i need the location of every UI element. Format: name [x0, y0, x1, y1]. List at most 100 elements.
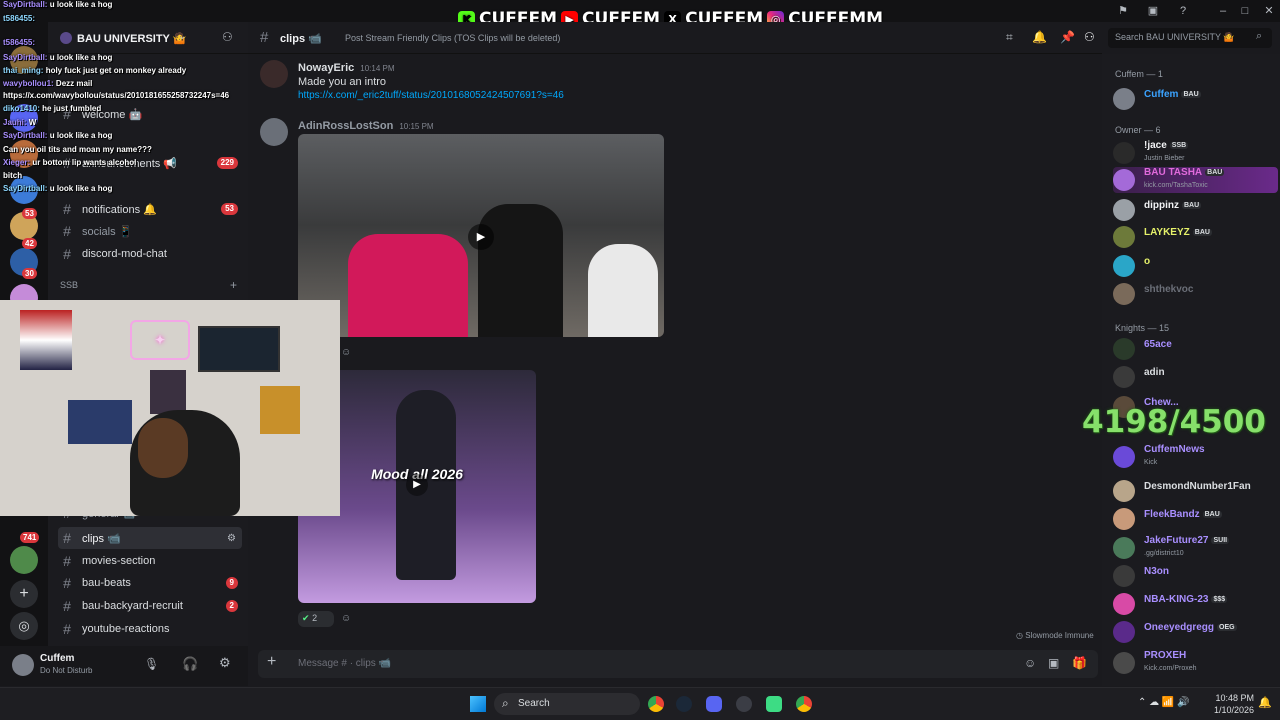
message-composer[interactable]: + Message # · clips 📹 ☺ ▣ 🎁	[258, 650, 1098, 678]
app-icon[interactable]	[736, 696, 752, 712]
member-item[interactable]: shthekvoc	[1113, 281, 1278, 307]
search-input[interactable]: Search BAU UNIVERSITY 🤷 ⌕	[1108, 28, 1272, 48]
app-icon[interactable]	[766, 696, 782, 712]
add-friend-icon[interactable]: ⚇	[222, 30, 233, 44]
channel-discord-mod-chat[interactable]: # discord-mod-chat	[58, 243, 242, 265]
checkmark-icon: ✔	[302, 613, 310, 623]
channel-movies-section[interactable]: # movies-section	[58, 550, 242, 572]
inbox-icon[interactable]: ⚑	[1116, 4, 1130, 18]
threads-icon[interactable]: ⌗	[1006, 30, 1013, 45]
member-item[interactable]: NBA-KING-23 $$$	[1113, 591, 1278, 617]
avatar	[1113, 366, 1135, 388]
message-text: Made you an intro	[298, 76, 387, 88]
discord-icon[interactable]	[706, 696, 722, 712]
hash-icon: #	[63, 201, 71, 217]
member-item[interactable]: DesmondNumber1Fan	[1113, 478, 1278, 504]
microphone-icon[interactable]: 🎙	[144, 657, 159, 671]
member-name: PROXEH	[1144, 650, 1187, 661]
settings-icon[interactable]: ⚙	[219, 655, 231, 671]
member-item[interactable]: N3on	[1113, 563, 1278, 589]
avatar[interactable]	[260, 60, 288, 88]
channel-bau-beats[interactable]: # bau-beats 9	[58, 572, 242, 594]
overlay-chat-line: Xieger: ur bottom lip wants alcohol	[3, 158, 136, 167]
channel-bau-backyard-recruit[interactable]: # bau-backyard-recruit 2	[58, 595, 242, 617]
server-badge: 42	[22, 238, 37, 249]
avatar	[1113, 88, 1135, 110]
member-item[interactable]: adin	[1113, 364, 1278, 390]
message-link[interactable]: https://x.com/_eric2tuff/status/20101680…	[298, 90, 564, 101]
server-name[interactable]: BAU UNIVERSITY 🤷	[77, 32, 186, 45]
channel-socials[interactable]: # socials 📱	[58, 220, 242, 242]
member-item[interactable]: BAU TASHA BAU kick.com/TashaToxic	[1113, 167, 1278, 193]
clock-date[interactable]: 1/10/2026	[1210, 705, 1254, 715]
member-name: Oneeyedgregg OEG	[1144, 622, 1237, 633]
member-item[interactable]: 65ace	[1113, 336, 1278, 362]
play-icon[interactable]: ▶	[406, 474, 428, 496]
server-avatar-icon	[60, 32, 72, 44]
member-name: Cuffem BAU	[1144, 89, 1201, 100]
channel-clips[interactable]: # clips 📹 ⚙	[58, 527, 242, 549]
overlay-chat-line: bitch	[3, 171, 22, 180]
member-item[interactable]: dippinz BAU	[1113, 197, 1278, 223]
sticker-icon[interactable]: ▣	[1048, 656, 1059, 670]
clock-time[interactable]: 10:48 PM	[1214, 693, 1254, 703]
taskbar-search[interactable]: ⌕ Search	[494, 693, 640, 715]
headphones-icon[interactable]: 🎧	[182, 656, 198, 672]
avatar	[1113, 537, 1135, 559]
member-item[interactable]: Oneeyedgregg OEG	[1113, 619, 1278, 645]
maximize-icon[interactable]: □	[1238, 4, 1252, 18]
member-item[interactable]: PROXEH Kick.com/Proxeh	[1113, 650, 1278, 676]
close-icon[interactable]: ✕	[1262, 4, 1276, 18]
gift-icon[interactable]: 🎁	[1072, 656, 1087, 670]
screen-icon[interactable]: ▣	[1146, 4, 1160, 18]
avatar[interactable]	[260, 118, 288, 146]
member-list-icon[interactable]: ⚇	[1084, 30, 1095, 44]
overlay-chat-line: diko1410: he just fumbled	[3, 104, 101, 113]
monitor	[198, 326, 280, 372]
member-tag: BAU	[1181, 91, 1201, 98]
pin-icon[interactable]: 📌	[1060, 30, 1075, 44]
message-author[interactable]: NowayEric 10:14 PM	[298, 62, 395, 74]
member-item[interactable]: Cuffem BAU	[1113, 86, 1278, 112]
member-item[interactable]: o	[1113, 253, 1278, 279]
chrome-icon[interactable]	[796, 696, 812, 712]
chevron-down-icon[interactable]: ⌄	[178, 31, 186, 42]
channel-topic[interactable]: Post Stream Friendly Clips (TOS Clips wi…	[345, 33, 560, 43]
channel-youtube-reactions[interactable]: # youtube-reactions	[58, 618, 242, 640]
notification-icon[interactable]: 🔔	[1258, 696, 1272, 709]
reaction-add-icon[interactable]: ☺	[341, 347, 351, 358]
chrome-icon[interactable]	[648, 696, 664, 712]
gear-icon[interactable]: ⚙	[227, 533, 236, 544]
emoji-icon[interactable]: ☺	[1024, 656, 1036, 670]
member-item[interactable]: CuffemNews Kick	[1113, 444, 1278, 470]
member-item[interactable]: FleekBandz BAU	[1113, 506, 1278, 532]
message-author[interactable]: AdinRossLostSon 10:15 PM	[298, 120, 434, 132]
reaction-chip[interactable]: ✔ 2	[298, 611, 334, 627]
avatar	[1113, 446, 1135, 468]
member-tag: BAU	[1205, 169, 1225, 176]
play-icon[interactable]: ▶	[468, 224, 494, 250]
add-server-icon[interactable]: +	[10, 580, 38, 608]
member-item[interactable]: LAYKEYZ BAU	[1113, 224, 1278, 250]
overlay-chat-user: SayDirtball:	[3, 131, 48, 140]
minimize-icon[interactable]: –	[1216, 4, 1230, 18]
discover-icon[interactable]: ◎	[10, 612, 38, 640]
avatar[interactable]	[12, 654, 34, 676]
member-item[interactable]: !jace SSB Justin Bieber	[1113, 140, 1278, 166]
reaction-add-icon[interactable]: ☺	[341, 613, 351, 624]
overlay-chat-message: Dezz mail	[55, 79, 93, 88]
steam-icon[interactable]	[676, 696, 692, 712]
help-icon[interactable]: ?	[1176, 4, 1190, 18]
add-attachment-icon[interactable]: +	[267, 653, 276, 671]
bell-icon[interactable]: 🔔	[1032, 30, 1047, 44]
windows-start-icon[interactable]	[470, 696, 486, 712]
category-ssb[interactable]: SSB	[60, 280, 78, 290]
add-channel-icon[interactable]: +	[230, 278, 237, 292]
video-attachment[interactable]: ▶	[298, 134, 664, 337]
server-icon[interactable]	[10, 546, 38, 574]
tray-icons[interactable]: ⌃ ☁ 📶 🔊	[1138, 697, 1190, 708]
channel-notifications[interactable]: # notifications 🔔 53	[58, 198, 242, 220]
member-item[interactable]: JakeFuture27 SUII .gg/district10	[1113, 535, 1278, 561]
video-figure	[588, 244, 658, 337]
message-input[interactable]: Message # · clips 📹	[298, 658, 391, 669]
